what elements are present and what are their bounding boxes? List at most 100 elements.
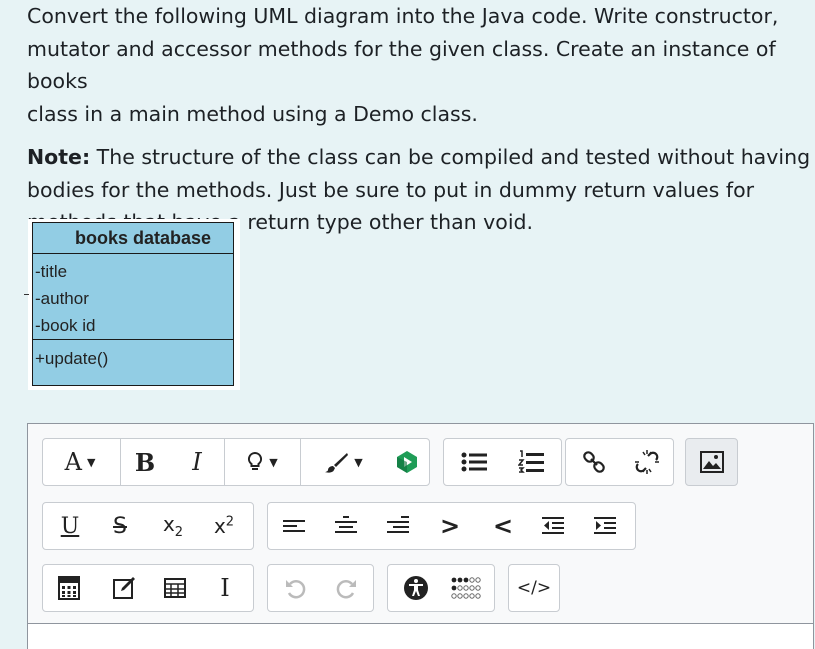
equation-button[interactable] bbox=[49, 565, 89, 611]
link-button[interactable] bbox=[571, 439, 617, 485]
screenreader-helper-button[interactable] bbox=[444, 565, 490, 611]
media-logo-icon bbox=[397, 451, 417, 473]
rtl-button[interactable]: < bbox=[484, 503, 522, 549]
brush-icon bbox=[325, 453, 349, 473]
underline-button[interactable]: U bbox=[55, 503, 85, 549]
calculator-icon bbox=[58, 576, 80, 600]
lightbulb-icon bbox=[248, 451, 263, 470]
subscript-base: x bbox=[162, 512, 175, 536]
note-label: Note: bbox=[27, 145, 91, 169]
align-left-button[interactable] bbox=[273, 503, 315, 549]
align-left-icon bbox=[283, 520, 305, 532]
editor-content-area[interactable] bbox=[27, 624, 814, 649]
image-icon bbox=[699, 451, 724, 473]
bold-icon: B bbox=[134, 447, 156, 477]
toolbar-group-accessibility bbox=[387, 564, 495, 612]
undo-button[interactable] bbox=[273, 565, 319, 611]
note-text: The structure of the class can be compil… bbox=[90, 145, 811, 169]
toolbar-group-text-effects: U S x2 x2 bbox=[42, 502, 254, 550]
uml-tick-mark bbox=[24, 294, 29, 295]
image-button[interactable] bbox=[686, 439, 737, 485]
styles-button[interactable]: ▼ bbox=[233, 439, 291, 485]
note-line: bodies for the methods. Just be sure to … bbox=[27, 177, 755, 202]
align-right-icon bbox=[387, 516, 409, 533]
unlink-button[interactable] bbox=[624, 439, 670, 485]
italic-icon: I bbox=[192, 448, 202, 476]
html-source-button[interactable]: </> bbox=[509, 565, 559, 611]
uml-class-box: books database -title -author -book id +… bbox=[32, 222, 234, 386]
note-paragraph: Note: The structure of the class can be … bbox=[27, 141, 812, 174]
align-center-button[interactable] bbox=[325, 503, 367, 549]
underline-icon: U bbox=[60, 513, 80, 539]
bullet-list-button[interactable] bbox=[449, 439, 499, 485]
question-text: Convert the following UML diagram into t… bbox=[27, 0, 812, 239]
align-center-icon bbox=[335, 516, 357, 533]
link-icon bbox=[583, 451, 605, 473]
text-color-button[interactable]: ▼ bbox=[311, 439, 375, 485]
accessibility-checker-button[interactable] bbox=[394, 565, 438, 611]
chevron-down-icon: ▼ bbox=[86, 455, 96, 469]
text-cursor-icon: I bbox=[220, 574, 230, 602]
ltr-button[interactable]: > bbox=[431, 503, 469, 549]
undo-icon bbox=[286, 579, 306, 599]
italic-button[interactable]: I bbox=[179, 439, 215, 485]
toolbar-group-format: A ▼ B I ▼ ▼ bbox=[42, 438, 430, 486]
indent-button[interactable] bbox=[584, 503, 626, 549]
superscript-button[interactable]: x2 bbox=[206, 503, 242, 549]
media-button[interactable] bbox=[389, 439, 425, 485]
strikethrough-button[interactable]: S bbox=[105, 503, 135, 549]
redo-button[interactable] bbox=[323, 565, 369, 611]
braille-icon bbox=[451, 577, 481, 599]
subscript-button[interactable]: x2 bbox=[155, 503, 191, 549]
toolbar-group-image bbox=[685, 438, 738, 486]
uml-attribute: -book id bbox=[35, 316, 96, 335]
indent-icon bbox=[594, 517, 616, 534]
font-icon: A bbox=[64, 448, 82, 476]
uml-class-name: books database bbox=[33, 223, 233, 254]
uml-attribute: -title bbox=[35, 262, 68, 281]
subscript-icon: x2 bbox=[163, 512, 183, 540]
subscript-mark: 2 bbox=[174, 525, 184, 540]
table-button[interactable] bbox=[155, 565, 195, 611]
uml-attributes: -title -author -book id bbox=[33, 254, 233, 340]
strikethrough-icon: S bbox=[113, 513, 127, 539]
toolbar-group-links bbox=[565, 438, 674, 486]
uml-attribute: -author bbox=[35, 289, 89, 308]
uml-operations: +update() bbox=[33, 340, 233, 372]
outdent-button[interactable] bbox=[532, 503, 574, 549]
uml-operation: +update() bbox=[35, 349, 109, 368]
superscript-base: x bbox=[213, 514, 226, 538]
superscript-icon: x2 bbox=[214, 514, 234, 538]
chevron-left-icon: < bbox=[492, 512, 514, 540]
numbered-list-button[interactable] bbox=[506, 439, 556, 485]
toolbar-group-alignment: > < bbox=[267, 502, 636, 550]
bold-button[interactable]: B bbox=[127, 439, 163, 485]
text-editor-toolbar: A ▼ B I ▼ ▼ U S x2 x2 > < I </> bbox=[27, 423, 814, 624]
chevron-down-icon: ▼ bbox=[354, 455, 363, 469]
chevron-down-icon: ▼ bbox=[269, 455, 278, 469]
toolbar-group-lists bbox=[443, 438, 562, 486]
unlink-icon bbox=[635, 450, 659, 474]
chevron-right-icon: > bbox=[439, 512, 461, 540]
font-menu-button[interactable]: A ▼ bbox=[49, 439, 111, 485]
accessibility-icon bbox=[404, 576, 428, 600]
code-icon: </> bbox=[516, 578, 552, 598]
superscript-mark: 2 bbox=[225, 514, 235, 530]
text-cursor-button[interactable]: I bbox=[207, 565, 243, 611]
redo-icon bbox=[336, 579, 356, 599]
outdent-icon bbox=[542, 517, 564, 534]
question-line: Convert the following UML diagram into t… bbox=[27, 4, 779, 28]
toolbar-group-html: </> bbox=[508, 564, 560, 612]
uml-diagram: books database -title -author -book id +… bbox=[24, 219, 240, 390]
bullet-list-icon bbox=[461, 452, 487, 472]
separator bbox=[224, 439, 225, 485]
question-line: mutator and accessor methods for the giv… bbox=[27, 36, 776, 94]
edit-button[interactable] bbox=[105, 565, 145, 611]
table-icon bbox=[164, 578, 186, 598]
numbered-list-icon bbox=[518, 450, 544, 473]
separator bbox=[120, 439, 121, 485]
align-right-button[interactable] bbox=[377, 503, 419, 549]
separator bbox=[300, 439, 301, 485]
question-line: class in a main method using a Demo clas… bbox=[27, 101, 478, 126]
toolbar-group-history bbox=[267, 564, 374, 612]
